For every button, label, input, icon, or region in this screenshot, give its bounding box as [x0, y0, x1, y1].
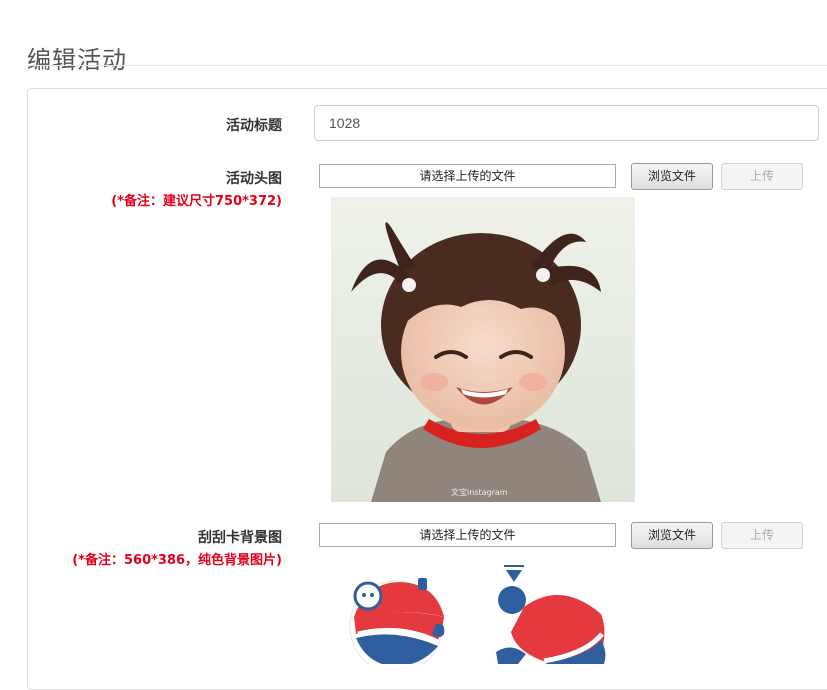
head-image-note: (*备注：建议尺寸750*372) — [111, 194, 282, 209]
photo-watermark: 文宝instagram — [451, 487, 508, 497]
head-image-upload-button[interactable]: 上传 — [721, 163, 803, 190]
scratch-bg-browse-button[interactable]: 浏览文件 — [631, 522, 713, 549]
page-title: 编辑活动 — [27, 46, 127, 75]
head-image-preview: 文宝instagram — [331, 197, 635, 502]
title-input[interactable] — [314, 105, 819, 141]
head-image-browse-button[interactable]: 浏览文件 — [631, 163, 713, 190]
scratch-bg-upload-button[interactable]: 上传 — [721, 522, 803, 549]
head-image-file-input[interactable]: 请选择上传的文件 — [319, 164, 616, 188]
head-image-label: 活动头图 — [226, 171, 282, 187]
scratch-bg-label: 刮刮卡背景图 — [198, 530, 282, 546]
scratch-bg-file-input[interactable]: 请选择上传的文件 — [319, 523, 616, 547]
title-divider — [27, 65, 827, 66]
scratch-bg-note: (*备注：560*386，纯色背景图片) — [72, 553, 282, 568]
title-label: 活动标题 — [226, 118, 282, 134]
scratch-bg-preview — [346, 562, 616, 664]
